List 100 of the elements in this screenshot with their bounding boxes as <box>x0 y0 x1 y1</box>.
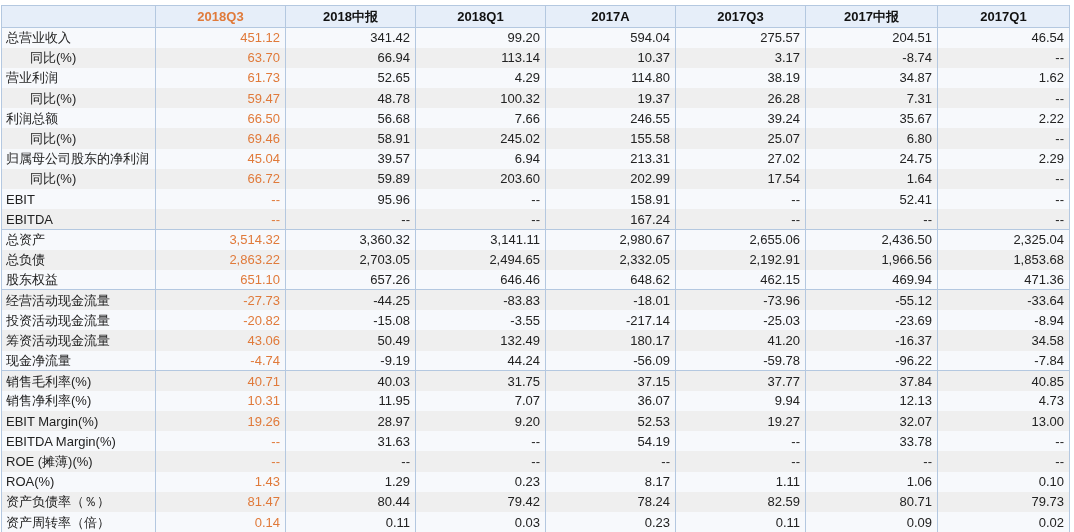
table-cell: 36.07 <box>637 393 670 409</box>
table-cell: 1.29 <box>384 474 410 490</box>
table-cell: 79.42 <box>507 494 540 510</box>
table-cell: 2.22 <box>1038 110 1064 126</box>
table-cell: -9.19 <box>380 352 410 368</box>
table-cell: 0.11 <box>385 514 410 530</box>
table-cell: 37.77 <box>767 373 800 389</box>
table-cell: -- <box>401 454 410 470</box>
table-cell: 40.03 <box>377 373 410 389</box>
table-cell: 2,192.91 <box>749 252 800 268</box>
row-label: 总营业收入 <box>6 30 71 46</box>
table-cell: 61.73 <box>247 70 280 86</box>
table-cell: 462.15 <box>760 272 800 288</box>
row-label: 归属母公司股东的净利润 <box>6 151 149 167</box>
table-cell: 99.20 <box>507 30 540 46</box>
table-cell: -96.22 <box>895 352 932 368</box>
table-cell: 24.75 <box>899 151 932 167</box>
table-cell: 39.24 <box>767 110 800 126</box>
table-cell: 0.10 <box>1038 474 1064 490</box>
table-cell: 8.17 <box>644 474 670 490</box>
row-label: 销售净利率(%) <box>6 393 92 409</box>
table-cell: 6.94 <box>514 151 540 167</box>
table-cell: -44.25 <box>373 292 410 308</box>
table-cell: 27.02 <box>767 151 800 167</box>
row-label: 经营活动现金流量 <box>6 292 110 308</box>
table-cell: 78.24 <box>637 494 670 510</box>
table-cell: 0.23 <box>644 514 670 530</box>
table-cell: 80.44 <box>377 494 410 510</box>
table-cell: 52.41 <box>899 191 932 207</box>
table-cell: -18.01 <box>633 292 670 308</box>
column-header[interactable]: 2017中报 <box>805 5 938 28</box>
table-cell: 1.43 <box>254 474 280 490</box>
table-cell: -83.83 <box>503 292 540 308</box>
table-cell: 31.63 <box>377 433 410 449</box>
table-cell: -- <box>271 454 280 470</box>
table-cell: 113.14 <box>501 50 540 66</box>
table-cell: -- <box>271 191 280 207</box>
column-header[interactable]: 2018Q1 <box>415 5 546 28</box>
table-cell: -- <box>271 211 280 227</box>
table-cell: 7.07 <box>514 393 540 409</box>
row-label: 利润总额 <box>6 110 58 126</box>
column-header[interactable]: 2017A <box>545 5 676 28</box>
table-cell: 32.07 <box>899 413 932 429</box>
table-cell: -56.09 <box>633 352 670 368</box>
column-header[interactable]: 2017Q1 <box>937 5 1070 28</box>
column-header[interactable]: 2018中报 <box>285 5 416 28</box>
table-cell: 4.73 <box>1038 393 1064 409</box>
table-cell: 44.24 <box>507 352 540 368</box>
table-cell: 3,514.32 <box>229 232 280 248</box>
table-cell: 10.31 <box>247 393 280 409</box>
table-cell: -- <box>791 191 800 207</box>
table-cell: -16.37 <box>895 332 932 348</box>
table-cell: 158.91 <box>630 191 670 207</box>
table-cell: 50.49 <box>377 332 410 348</box>
table-cell: 66.72 <box>247 171 280 187</box>
table-cell: 651.10 <box>240 272 280 288</box>
table-cell: -15.08 <box>373 312 410 328</box>
table-cell: 246.55 <box>630 110 670 126</box>
table-cell: -- <box>1055 211 1064 227</box>
table-cell: 9.94 <box>774 393 800 409</box>
table-cell: -4.74 <box>250 352 280 368</box>
table-cell: -- <box>271 433 280 449</box>
table-cell: -- <box>661 454 670 470</box>
table-cell: 39.57 <box>377 151 410 167</box>
table-cell: 2,436.50 <box>881 232 932 248</box>
row-label: 资产周转率（倍） <box>6 514 110 530</box>
table-cell: 1.06 <box>906 474 932 490</box>
table-cell: -8.74 <box>902 50 932 66</box>
table-cell: 54.19 <box>637 433 670 449</box>
table-cell: -- <box>791 433 800 449</box>
table-cell: 10.37 <box>637 50 670 66</box>
table-cell: 81.47 <box>247 494 280 510</box>
table-cell: -- <box>1055 131 1064 147</box>
column-header[interactable]: 2017Q3 <box>675 5 806 28</box>
row-label: 同比(%) <box>30 131 77 147</box>
table-cell: 471.36 <box>1024 272 1064 288</box>
table-cell: 0.02 <box>1038 514 1064 530</box>
table-cell: 0.03 <box>514 514 540 530</box>
table-cell: 657.26 <box>370 272 410 288</box>
table-cell: 2,655.06 <box>749 232 800 248</box>
row-label: EBIT Margin(%) <box>6 413 99 429</box>
table-cell: 1.11 <box>775 474 800 490</box>
table-cell: 594.04 <box>630 30 670 46</box>
table-cell: 12.13 <box>899 393 932 409</box>
table-cell: -3.55 <box>510 312 540 328</box>
table-cell: 2,332.05 <box>619 252 670 268</box>
table-cell: 59.89 <box>377 171 410 187</box>
table-cell: 646.46 <box>500 272 540 288</box>
table-cell: 3,141.11 <box>490 232 540 248</box>
table-cell: 180.17 <box>630 332 670 348</box>
row-label: 营业利润 <box>6 70 58 86</box>
table-cell: 40.71 <box>247 373 280 389</box>
table-cell: -- <box>401 211 410 227</box>
row-label: EBITDA <box>6 211 53 227</box>
table-cell: 204.51 <box>892 30 932 46</box>
table-cell: -8.94 <box>1034 312 1064 328</box>
table-cell: -23.69 <box>895 312 932 328</box>
table-cell: 2,980.67 <box>619 232 670 248</box>
table-cell: 451.12 <box>240 30 280 46</box>
table-cell: 0.14 <box>254 514 280 530</box>
